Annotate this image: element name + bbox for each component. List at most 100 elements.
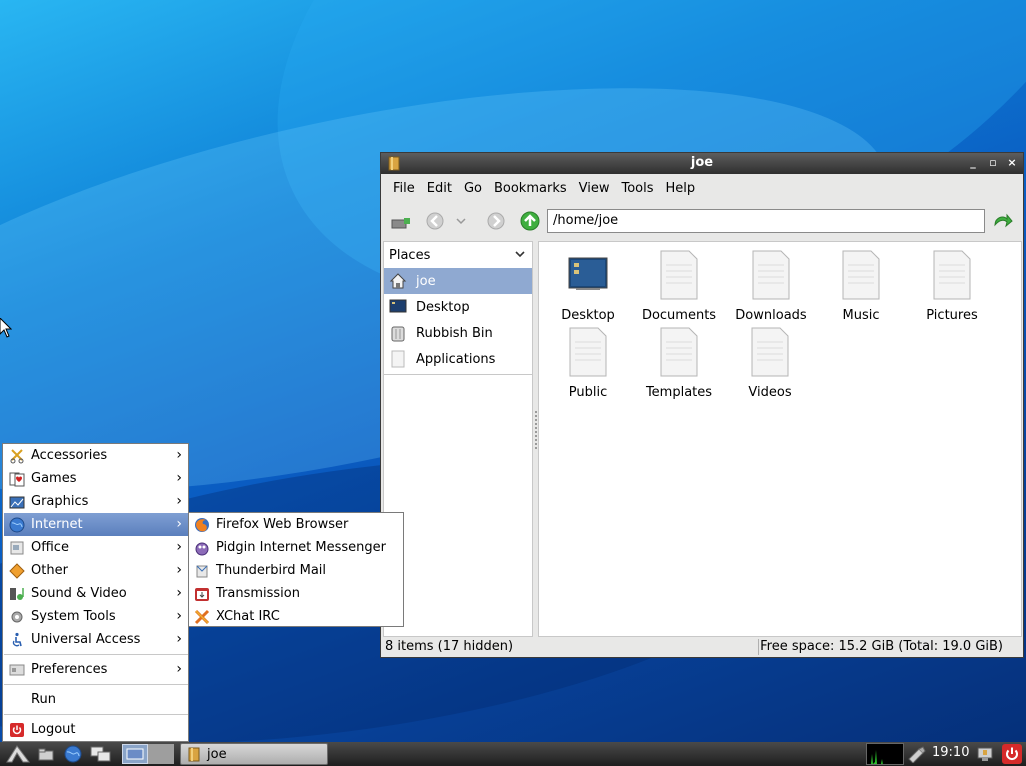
file-item-pictures[interactable]: Pictures xyxy=(906,250,998,323)
pidgin-icon xyxy=(194,540,210,556)
lock-screen-icon xyxy=(977,747,993,761)
network-button[interactable] xyxy=(906,744,928,764)
places-header[interactable]: Places xyxy=(384,242,532,268)
sidebar-item-applications[interactable]: Applications xyxy=(384,346,532,372)
minimize-button[interactable]: _ xyxy=(965,155,981,171)
go-icon xyxy=(994,213,1013,228)
menu-item-label: Universal Access xyxy=(31,632,141,647)
sidebar-item-rubbish-bin[interactable]: Rubbish Bin xyxy=(384,320,532,346)
sidebar-item-label: Rubbish Bin xyxy=(416,325,493,341)
lock-screen-button[interactable] xyxy=(974,744,996,764)
up-button[interactable] xyxy=(518,210,542,232)
file-name: Templates xyxy=(645,385,713,400)
close-button[interactable]: × xyxy=(1004,155,1020,171)
file-name: Pictures xyxy=(926,308,978,323)
home-icon xyxy=(388,271,408,291)
taskbar-window-joe[interactable]: joe xyxy=(180,743,328,765)
menu-item-system-tools[interactable]: System Tools › xyxy=(4,605,188,628)
new-tab-button[interactable] xyxy=(389,210,413,232)
start-menu-icon xyxy=(6,745,30,763)
window-title: joe xyxy=(690,155,714,170)
submenu-item-pidgin[interactable]: Pidgin Internet Messenger xyxy=(190,536,402,559)
logout-icon xyxy=(9,722,25,738)
places-divider xyxy=(384,374,532,375)
menu-item-accessories[interactable]: Accessories › xyxy=(4,444,188,467)
sidebar-item-joe[interactable]: joe xyxy=(384,268,532,294)
start-menu-button[interactable] xyxy=(4,744,32,764)
file-item-videos[interactable]: Videos xyxy=(724,327,816,400)
file-manager-launcher-icon xyxy=(38,748,54,761)
menu-go[interactable]: Go xyxy=(458,181,488,196)
places-sidebar: Places joe Desktop Rubbish Bin Applicati… xyxy=(383,241,533,637)
file-item-public[interactable]: Public xyxy=(542,327,634,400)
item-count: 8 items (17 hidden) xyxy=(385,639,514,654)
browser-launcher-button[interactable] xyxy=(62,744,84,764)
menu-item-label: Office xyxy=(31,540,69,555)
menu-item-other[interactable]: Other › xyxy=(4,559,188,582)
task-label: joe xyxy=(207,746,227,762)
clock[interactable]: 19:10 xyxy=(932,745,969,760)
power-button[interactable] xyxy=(1000,744,1024,764)
chevron-right-icon: › xyxy=(176,493,182,509)
window-titlebar[interactable]: joe _ ▫ × xyxy=(381,153,1023,174)
window-switcher-button[interactable] xyxy=(88,744,114,764)
menu-view[interactable]: View xyxy=(573,181,616,196)
chevron-right-icon: › xyxy=(176,585,182,601)
submenu-item-thunderbird[interactable]: Thunderbird Mail xyxy=(190,559,402,582)
document-icon xyxy=(842,250,880,300)
menu-edit[interactable]: Edit xyxy=(421,181,458,196)
history-dropdown-button[interactable] xyxy=(453,210,469,232)
menu-item-preferences[interactable]: Preferences › xyxy=(4,658,188,681)
chevron-right-icon: › xyxy=(176,447,182,463)
statusbar: 8 items (17 hidden) Free space: 15.2 GiB… xyxy=(381,637,1023,657)
file-item-documents[interactable]: Documents xyxy=(633,250,725,323)
office-icon xyxy=(9,540,25,556)
submenu-item-label: Transmission xyxy=(216,586,300,601)
menu-divider xyxy=(4,714,188,715)
menu-item-games[interactable]: Games › xyxy=(4,467,188,490)
trash-icon xyxy=(388,323,408,343)
submenu-item-firefox[interactable]: Firefox Web Browser xyxy=(190,513,402,536)
file-item-music[interactable]: Music xyxy=(815,250,907,323)
sidebar-item-desktop[interactable]: Desktop xyxy=(384,294,532,320)
cpu-monitor[interactable] xyxy=(866,743,904,765)
menu-item-graphics[interactable]: Graphics › xyxy=(4,490,188,513)
maximize-button[interactable]: ▫ xyxy=(985,155,1001,171)
menu-item-universal-access[interactable]: Universal Access › xyxy=(4,628,188,651)
menu-help[interactable]: Help xyxy=(660,181,702,196)
menu-item-label: Run xyxy=(31,692,56,707)
workspace-2-button[interactable] xyxy=(148,744,174,764)
workspace-1-button[interactable] xyxy=(122,744,148,764)
menu-item-internet[interactable]: Internet › xyxy=(4,513,188,536)
submenu-item-transmission[interactable]: Transmission xyxy=(190,582,402,605)
thunderbird-icon xyxy=(194,563,210,579)
file-item-desktop[interactable]: Desktop xyxy=(542,250,634,323)
document-icon xyxy=(751,327,789,377)
submenu-item-label: Thunderbird Mail xyxy=(216,563,327,578)
file-item-downloads[interactable]: Downloads xyxy=(725,250,817,323)
menu-file[interactable]: File xyxy=(387,181,421,196)
back-button[interactable] xyxy=(423,210,447,232)
menu-item-label: Games xyxy=(31,471,77,486)
sidebar-item-label: Desktop xyxy=(416,299,470,315)
show-desktop-button[interactable] xyxy=(36,744,58,764)
menu-item-run[interactable]: Run xyxy=(4,688,188,711)
toolbar: /home/joe xyxy=(381,205,1023,237)
menu-item-logout[interactable]: Logout xyxy=(4,718,188,741)
internet-submenu: Firefox Web Browser Pidgin Internet Mess… xyxy=(188,512,404,627)
forward-icon xyxy=(487,212,505,230)
menu-item-label: System Tools xyxy=(31,609,116,624)
statusbar-divider xyxy=(758,639,759,655)
go-button[interactable] xyxy=(991,210,1015,232)
menu-tools[interactable]: Tools xyxy=(615,181,659,196)
submenu-item-label: Pidgin Internet Messenger xyxy=(216,540,386,555)
location-bar[interactable]: /home/joe xyxy=(547,209,985,233)
submenu-item-xchat[interactable]: XChat IRC xyxy=(190,605,402,628)
menu-item-office[interactable]: Office › xyxy=(4,536,188,559)
menu-item-sound-video[interactable]: Sound & Video › xyxy=(4,582,188,605)
forward-button[interactable] xyxy=(484,210,508,232)
file-item-templates[interactable]: Templates xyxy=(633,327,725,400)
universal-access-icon xyxy=(9,632,25,648)
menu-bookmarks[interactable]: Bookmarks xyxy=(488,181,573,196)
file-name: Desktop xyxy=(561,308,615,323)
